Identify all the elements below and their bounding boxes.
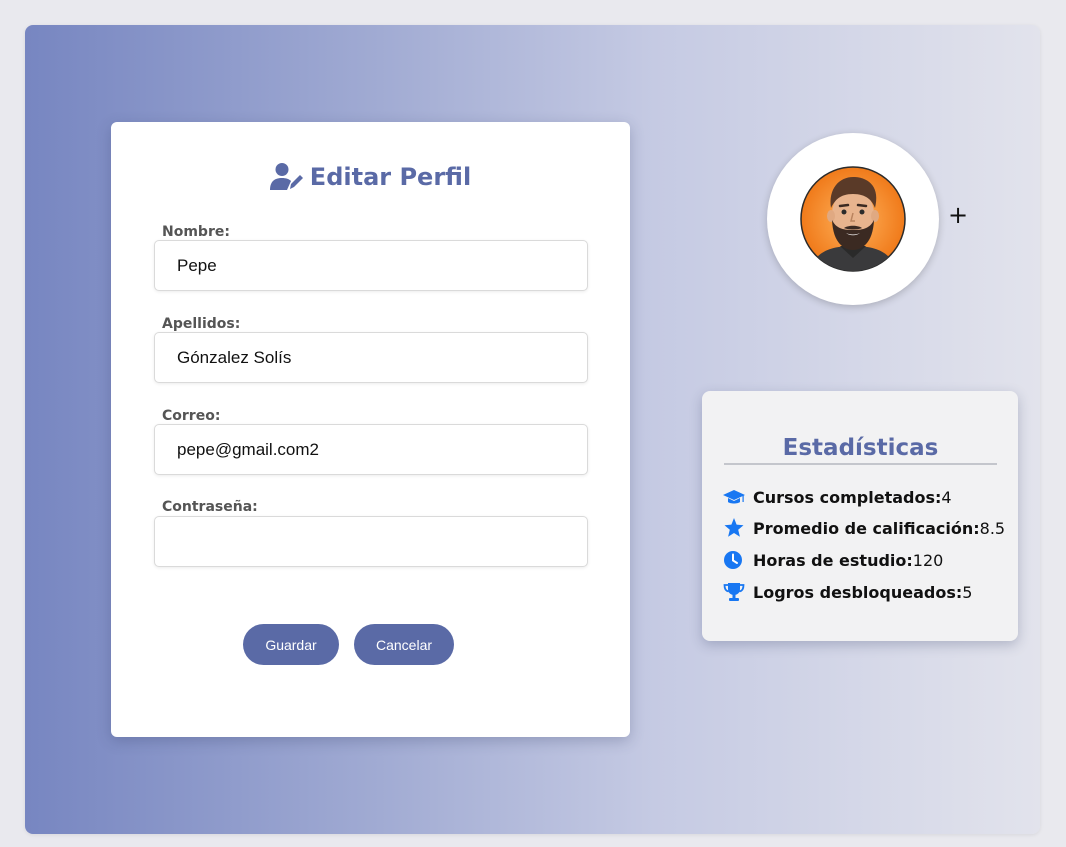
graduation-cap-icon <box>723 490 745 504</box>
contrasena-input[interactable] <box>154 516 588 567</box>
stat-label: Promedio de calificación: <box>753 518 980 538</box>
avatar-illustration <box>800 166 906 272</box>
add-photo-button[interactable]: + <box>948 203 968 227</box>
stats-card: Estadísticas Cursos completados: 4 Prome… <box>702 391 1018 641</box>
stat-row-promedio: Promedio de calificación: 8.5 <box>723 518 1005 538</box>
nombre-label: Nombre: <box>162 224 230 240</box>
stat-value: 4 <box>941 487 952 507</box>
contrasena-label: Contraseña: <box>162 499 258 515</box>
apellidos-label: Apellidos: <box>162 316 241 332</box>
stat-value: 120 <box>912 550 944 570</box>
stat-value: 5 <box>962 582 973 602</box>
stat-label: Horas de estudio: <box>753 550 913 570</box>
trophy-icon <box>723 583 745 601</box>
stat-value: 8.5 <box>979 518 1006 538</box>
stat-row-horas: Horas de estudio: 120 <box>723 550 943 570</box>
stat-label: Cursos completados: <box>753 487 942 507</box>
stat-row-logros: Logros desbloqueados: 5 <box>723 582 972 602</box>
correo-label: Correo: <box>162 408 221 424</box>
save-button[interactable]: Guardar <box>243 624 339 665</box>
user-edit-icon <box>269 163 303 190</box>
clock-icon <box>724 551 742 569</box>
title-text: Editar Perfil <box>309 163 472 191</box>
edit-profile-card: Editar Perfil Nombre: Apellidos: Correo:… <box>111 122 630 737</box>
correo-input[interactable] <box>154 424 588 475</box>
stat-label: Logros desbloqueados: <box>753 582 963 602</box>
cancel-button[interactable]: Cancelar <box>354 624 454 665</box>
stat-row-cursos: Cursos completados: 4 <box>723 487 952 507</box>
star-icon <box>724 518 744 537</box>
nombre-input[interactable] <box>154 240 588 291</box>
apellidos-input[interactable] <box>154 332 588 383</box>
page-title: Editar Perfil <box>111 162 630 192</box>
stats-title: Estadísticas <box>724 435 997 465</box>
avatar[interactable] <box>767 133 939 305</box>
